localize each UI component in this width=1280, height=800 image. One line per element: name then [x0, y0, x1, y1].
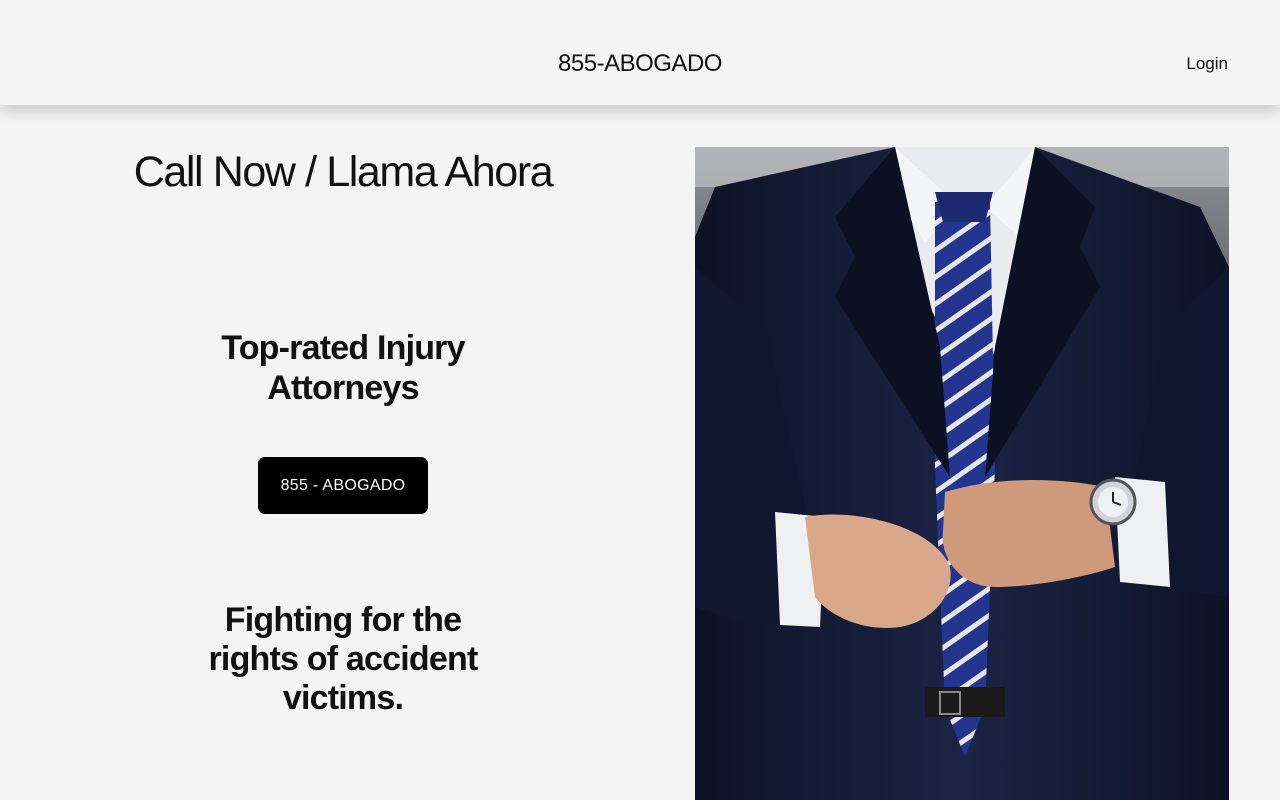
- site-header: 855-ABOGADO Login: [0, 0, 1280, 105]
- call-phone-button[interactable]: 855 - ABOGADO: [258, 457, 428, 514]
- hero-photo: [695, 147, 1229, 800]
- hero-headline: Call Now / Llama Ahora: [133, 148, 554, 196]
- brand-logo-link[interactable]: 855-ABOGADO: [0, 50, 1280, 78]
- hero-subheadline: Top-rated Injury Attorneys: [221, 329, 465, 407]
- hero-text-column: Call Now / Llama Ahora Top-rated Injury …: [0, 105, 686, 800]
- login-link[interactable]: Login: [1186, 54, 1228, 74]
- suited-man-illustration: [695, 147, 1229, 800]
- hero-tagline: Fighting for the rights of accident vict…: [208, 601, 479, 717]
